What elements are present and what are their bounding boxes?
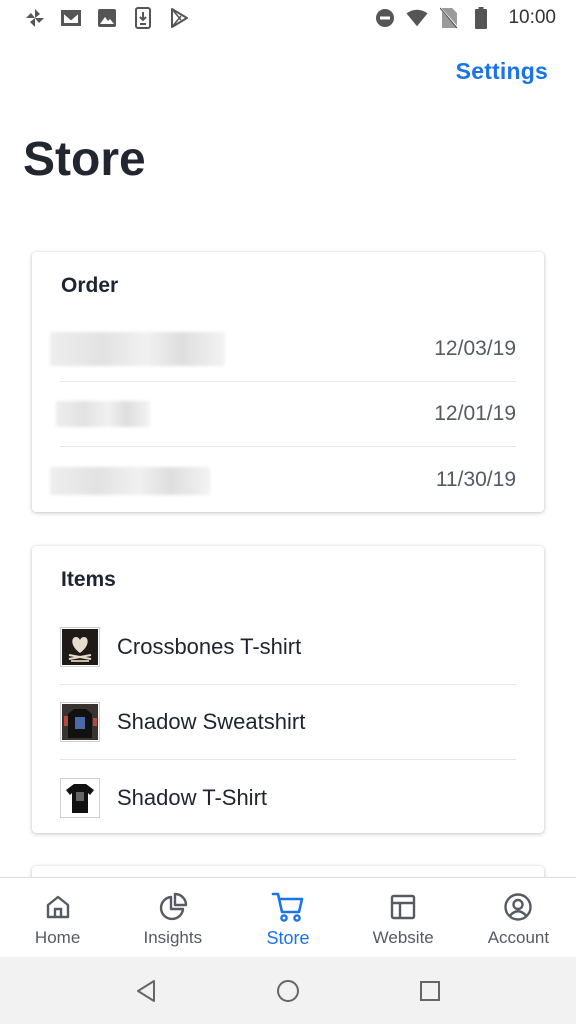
bottom-navigation: Home Insights Store Website Account bbox=[0, 877, 576, 957]
cart-icon bbox=[271, 890, 305, 924]
order-row[interactable]: 11/30/19 bbox=[50, 447, 516, 512]
shadow-tshirt-thumbnail bbox=[60, 777, 100, 818]
nav-account[interactable]: Account bbox=[461, 878, 576, 957]
item-label: Shadow Sweatshirt bbox=[117, 709, 306, 734]
play-store-icon bbox=[168, 7, 190, 29]
item-label: Crossbones T-shirt bbox=[117, 634, 302, 659]
items-card: Items Crossbones T-shirt Shadow Sweatshi… bbox=[32, 546, 544, 833]
items-card-title: Items bbox=[61, 568, 116, 591]
website-layout-icon bbox=[386, 890, 420, 924]
recents-icon[interactable] bbox=[418, 979, 442, 1003]
page-title: Store bbox=[23, 133, 146, 186]
order-date: 11/30/19 bbox=[435, 467, 516, 491]
order-customer-redacted bbox=[50, 332, 240, 366]
item-row-shadow-sweatshirt[interactable]: Shadow Sweatshirt bbox=[60, 685, 516, 760]
item-row-crossbones-tshirt[interactable]: Crossbones T-shirt bbox=[60, 610, 516, 685]
orders-card-title: Order bbox=[61, 274, 119, 297]
crossbones-tshirt-thumbnail bbox=[60, 627, 100, 667]
order-customer-redacted bbox=[50, 463, 230, 497]
home-icon bbox=[41, 890, 75, 924]
nav-account-label: Account bbox=[487, 928, 550, 947]
pie-chart-icon bbox=[156, 890, 190, 924]
item-row-shadow-tshirt[interactable]: Shadow T-Shirt bbox=[60, 760, 516, 835]
nav-insights[interactable]: Insights bbox=[115, 878, 230, 957]
nav-website-label: Website bbox=[372, 928, 434, 947]
settings-button[interactable]: Settings bbox=[456, 58, 548, 85]
nav-home-label: Home bbox=[34, 928, 81, 947]
status-notifications bbox=[24, 7, 190, 29]
status-bar: 10:00 bbox=[0, 0, 576, 36]
nav-insights-label: Insights bbox=[143, 928, 203, 947]
download-icon bbox=[132, 7, 154, 29]
do-not-disturb-icon bbox=[374, 7, 396, 29]
wifi-icon bbox=[406, 7, 428, 29]
nav-home[interactable]: Home bbox=[0, 878, 115, 957]
no-sim-icon bbox=[438, 7, 460, 29]
order-customer-redacted bbox=[56, 397, 200, 431]
account-icon bbox=[501, 890, 535, 924]
status-system: 10:00 bbox=[374, 7, 556, 29]
order-date: 12/03/19 bbox=[434, 337, 516, 360]
back-icon[interactable] bbox=[134, 979, 158, 1003]
gmail-icon bbox=[60, 7, 82, 29]
nav-store-label: Store bbox=[266, 928, 310, 948]
pinwheel-icon bbox=[24, 7, 46, 29]
status-time: 10:00 bbox=[508, 7, 556, 28]
order-row[interactable]: 12/01/19 bbox=[56, 382, 516, 447]
battery-icon bbox=[470, 7, 492, 29]
order-row[interactable]: 12/03/19 bbox=[50, 317, 516, 382]
nav-website[interactable]: Website bbox=[346, 878, 461, 957]
image-icon bbox=[96, 7, 118, 29]
shadow-sweatshirt-thumbnail bbox=[60, 702, 100, 742]
orders-card: Order 12/03/19 12/01/19 11/30/19 bbox=[32, 252, 544, 512]
home-circle-icon[interactable] bbox=[276, 979, 300, 1003]
nav-store[interactable]: Store bbox=[230, 878, 345, 957]
item-label: Shadow T-Shirt bbox=[117, 784, 268, 810]
order-date: 12/01/19 bbox=[434, 402, 516, 425]
system-navigation-bar bbox=[0, 957, 576, 1024]
